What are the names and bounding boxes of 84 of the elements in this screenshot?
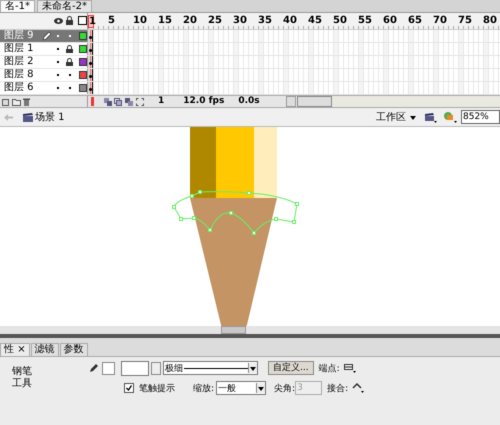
trash-icon[interactable]: [23, 98, 30, 106]
layer-color-square[interactable]: [79, 71, 87, 79]
cap-style-icon[interactable]: [344, 363, 356, 373]
layer-name: 图层 2: [4, 56, 34, 68]
document-tab[interactable]: 未命名-2*: [36, 0, 92, 12]
frame-rate: 12.0 fps: [183, 96, 224, 107]
caret-icon: [257, 385, 266, 391]
panel-tab[interactable]: 参数: [60, 343, 88, 356]
stroke-width-dropdown[interactable]: [151, 362, 161, 374]
scene-name[interactable]: 场景 1: [35, 110, 65, 124]
join-label: 接合:: [327, 382, 348, 394]
layer-name: 图层 1: [4, 43, 34, 55]
frame-number: 30: [233, 15, 248, 27]
frame-number: 20: [183, 15, 198, 27]
frame-number: 40: [283, 15, 298, 27]
layer-row[interactable]: 图层 1: [0, 43, 88, 55]
layer-name: 图层 8: [4, 69, 34, 81]
frame-number: 15: [158, 15, 173, 27]
keyframe[interactable]: [88, 69, 93, 81]
keyframe[interactable]: [88, 30, 93, 42]
panel-tab[interactable]: 滤镜: [30, 343, 59, 356]
frame-number: 50: [333, 15, 348, 27]
elapsed-time: 0.0s: [238, 96, 260, 107]
frame-number: 65: [408, 15, 423, 27]
stroke-hinting-label: 笔触提示: [139, 382, 175, 394]
lock-icon[interactable]: [66, 45, 73, 53]
frame-number: 75: [458, 15, 473, 27]
layer-color-square[interactable]: [79, 45, 87, 53]
edit-scene-icon[interactable]: [425, 112, 437, 122]
eye-icon[interactable]: [54, 18, 63, 24]
keyframe[interactable]: [88, 82, 93, 94]
scale-label: 缩放:: [193, 382, 214, 394]
frame-number: 10: [133, 15, 148, 27]
scene-icon: [23, 112, 33, 122]
markers-icon[interactable]: [136, 98, 144, 106]
custom-button[interactable]: 自定义...: [268, 361, 314, 375]
layer-color-square[interactable]: [79, 32, 87, 40]
center-frame-icon[interactable]: [104, 98, 112, 106]
onion-skin-icon[interactable]: [114, 98, 122, 106]
frame-number: 60: [383, 15, 398, 27]
pen-path-drawing[interactable]: [172, 190, 299, 235]
stroke-color-swatch[interactable]: [102, 362, 115, 374]
new-layer-icon[interactable]: [2, 98, 10, 106]
keyframe[interactable]: [88, 56, 93, 68]
cap-label: 端点:: [318, 362, 340, 374]
zoom-field[interactable]: 852%: [461, 110, 500, 124]
caret-icon: [409, 114, 417, 120]
join-style-icon[interactable]: [352, 383, 364, 393]
folder-icon[interactable]: [12, 98, 21, 106]
frame-number: 45: [308, 15, 323, 27]
layer-color-square[interactable]: [79, 58, 87, 66]
document-tab[interactable]: 名-1*: [0, 0, 35, 12]
frame-number: 5: [108, 15, 116, 27]
layer-name: 图层 9: [4, 30, 34, 42]
layer-color-square[interactable]: [79, 84, 87, 92]
frame-number: 25: [208, 15, 223, 27]
close-icon[interactable]: ×: [17, 344, 26, 355]
frame-number: 35: [258, 15, 273, 27]
stroke-width-field[interactable]: [121, 360, 149, 376]
pen-icon: [90, 364, 98, 372]
edit-symbol-icon[interactable]: [443, 111, 457, 123]
scale-dropdown[interactable]: 一般: [216, 381, 266, 395]
stroke-hinting-checkbox[interactable]: [124, 383, 134, 393]
frame-number: 80: [483, 15, 498, 27]
lock-icon[interactable]: [66, 58, 73, 66]
frame-number: 55: [358, 15, 373, 27]
layer-row[interactable]: 图层 2: [0, 56, 88, 68]
edit-frames-icon[interactable]: [125, 98, 133, 106]
current-frame: 1: [158, 96, 164, 107]
frame-number: 70: [433, 15, 448, 27]
miter-label: 尖角:: [274, 382, 296, 394]
workspace-menu[interactable]: 工作区: [376, 110, 417, 124]
lock-icon[interactable]: [66, 16, 73, 25]
layer-name: 图层 6: [4, 82, 34, 94]
caret-icon: [249, 365, 257, 371]
stroke-style-dropdown[interactable]: 极细: [163, 361, 258, 375]
outline-icon[interactable]: [78, 16, 87, 25]
keyframe[interactable]: [88, 43, 93, 55]
playhead-marker-icon: [91, 97, 94, 106]
stage-scrollbar[interactable]: [0, 326, 500, 334]
layer-row[interactable]: 图层 9: [0, 30, 88, 42]
horizontal-scrollbar[interactable]: [286, 96, 500, 107]
tool-name: 钢笔工具: [12, 366, 33, 390]
panel-tab[interactable]: 性 ×: [0, 343, 30, 356]
